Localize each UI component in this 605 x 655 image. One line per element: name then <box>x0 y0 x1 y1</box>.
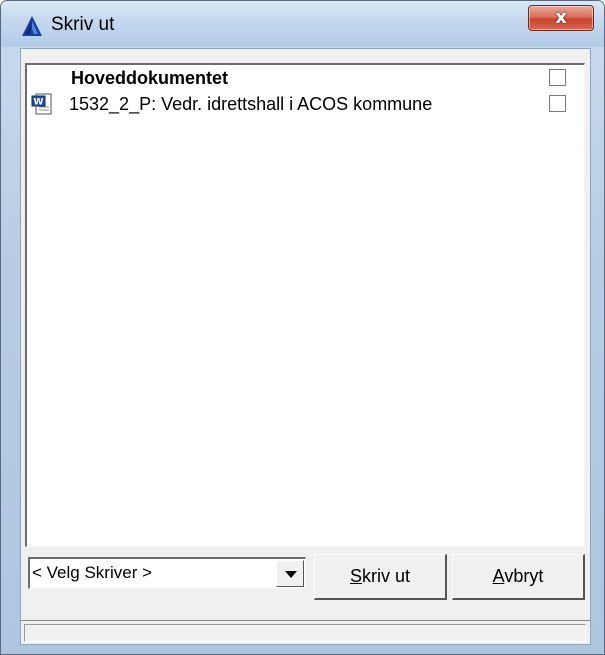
print-button-label: kriv ut <box>362 566 411 586</box>
document-item-checkbox[interactable] <box>549 95 566 112</box>
close-icon: x <box>555 7 567 28</box>
cancel-button[interactable]: Avbryt <box>452 554 585 600</box>
main-document-checkbox[interactable] <box>549 69 566 86</box>
title-bar[interactable]: Skriv ut x <box>1 1 604 47</box>
word-document-icon: W <box>31 93 52 115</box>
list-item[interactable]: W 1532_2_P: Vedr. idrettshall i ACOS kom… <box>27 91 583 117</box>
printer-select[interactable]: < Velg Skriver > <box>28 557 306 589</box>
document-list[interactable]: Hoveddokumentet W 1532_2_P: Vedr. idrett… <box>25 63 585 547</box>
main-document-label: Hoveddokumentet <box>71 68 229 88</box>
print-dialog-window: Skriv ut x Hoveddokumentet W 1532_2_P: V… <box>0 0 605 655</box>
printer-select-value: < Velg Skriver > <box>32 563 153 582</box>
print-button[interactable]: Skriv ut <box>314 554 447 600</box>
svg-text:W: W <box>34 98 44 108</box>
window-title: Skriv ut <box>51 14 115 35</box>
document-item-label: 1532_2_P: Vedr. idrettshall i ACOS kommu… <box>69 94 433 114</box>
cancel-button-accelerator: A <box>492 566 505 586</box>
list-header-row[interactable]: Hoveddokumentet <box>27 65 583 91</box>
print-button-accelerator: S <box>349 566 362 586</box>
cancel-button-label: vbryt <box>504 566 544 586</box>
close-button[interactable]: x <box>528 5 594 31</box>
acos-logo-icon <box>22 16 42 36</box>
chevron-down-icon[interactable] <box>276 560 304 587</box>
status-panel <box>24 624 586 642</box>
status-bar <box>21 620 590 644</box>
dialog-client-area: Hoveddokumentet W 1532_2_P: Vedr. idrett… <box>20 48 591 645</box>
action-bar: < Velg Skriver > Skriv ut Avbryt <box>25 554 585 606</box>
